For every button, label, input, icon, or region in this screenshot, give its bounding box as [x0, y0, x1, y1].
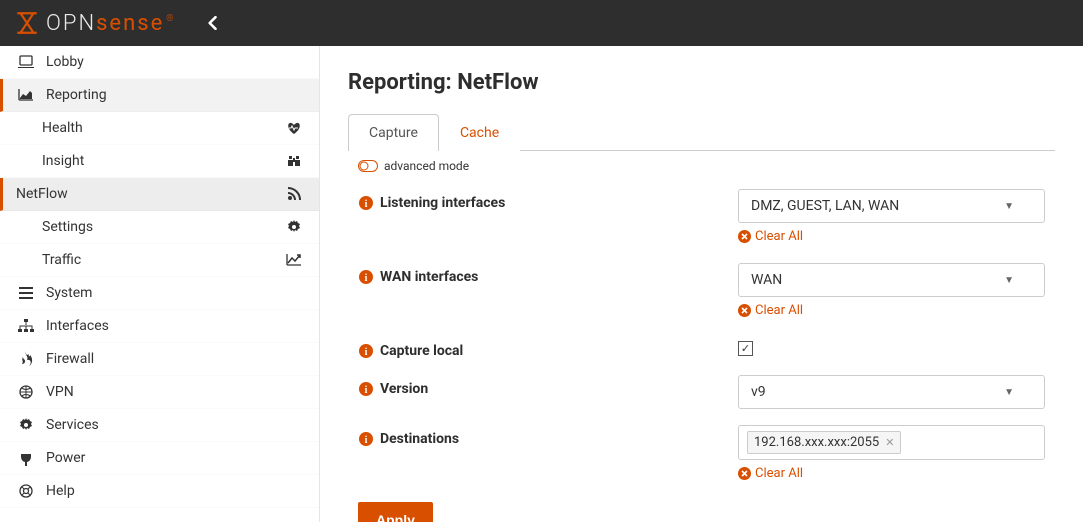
sidebar-item-label: Lobby: [46, 54, 303, 70]
registered-mark: ®: [166, 14, 175, 24]
sidebar: Lobby Reporting Health Insight NetFlow S…: [0, 46, 320, 522]
apply-button[interactable]: Apply: [358, 502, 433, 522]
plug-icon: [16, 450, 36, 466]
destination-token: 192.168.xxx.xxx:2055 ✕: [747, 431, 901, 454]
sidebar-subitem-insight[interactable]: Insight: [0, 145, 319, 178]
heartbeat-icon: [285, 121, 303, 135]
sidebar-item-vpn[interactable]: VPN: [0, 376, 319, 409]
select-value: WAN: [751, 272, 782, 288]
svg-text:i: i: [365, 273, 368, 284]
brand-logo[interactable]: OPNsense®: [14, 10, 176, 36]
rss-icon: [285, 187, 303, 201]
sidebar-item-firewall[interactable]: Firewall: [0, 343, 319, 376]
x-circle-icon: [738, 467, 751, 480]
info-icon: i: [358, 343, 374, 359]
label-destinations[interactable]: i Destinations: [358, 425, 738, 447]
sidebar-item-reporting[interactable]: Reporting: [0, 79, 319, 112]
gear-icon: [16, 418, 36, 432]
svg-text:i: i: [365, 347, 368, 358]
clear-all-listening[interactable]: Clear All: [738, 229, 803, 244]
toggle-off-icon: [358, 160, 378, 172]
sidebar-collapse-button[interactable]: [206, 16, 218, 30]
label-wan-interfaces[interactable]: i WAN interfaces: [358, 263, 738, 285]
advanced-mode-label: advanced mode: [384, 159, 469, 173]
sidebar-item-label: Insight: [42, 153, 285, 169]
sidebar-item-label: Power: [46, 450, 303, 466]
x-circle-icon: [738, 304, 751, 317]
line-chart-icon: [285, 253, 303, 267]
sidebar-item-system[interactable]: System: [0, 277, 319, 310]
area-chart-icon: [16, 88, 36, 102]
tab-capture[interactable]: Capture: [348, 114, 439, 151]
select-value: DMZ, GUEST, LAN, WAN: [751, 198, 899, 214]
info-icon: i: [358, 381, 374, 397]
sidebar-item-label: Services: [46, 417, 303, 433]
sidebar-item-label: Settings: [42, 219, 285, 235]
fire-icon: [16, 351, 36, 367]
sidebar-item-services[interactable]: Services: [0, 409, 319, 442]
sidebar-item-help[interactable]: Help: [0, 475, 319, 508]
label-listening-interfaces[interactable]: i Listening interfaces: [358, 189, 738, 211]
life-ring-icon: [16, 484, 36, 498]
brand-text-2: sense: [96, 11, 164, 36]
label-capture-local[interactable]: i Capture local: [358, 337, 738, 359]
sidebar-item-label: NetFlow: [16, 186, 285, 202]
advanced-mode-toggle[interactable]: advanced mode: [348, 151, 1055, 181]
label-version[interactable]: i Version: [358, 375, 738, 397]
input-destinations[interactable]: 192.168.xxx.xxx:2055 ✕: [738, 425, 1045, 460]
info-icon: i: [358, 195, 374, 211]
laptop-icon: [16, 55, 36, 69]
globe-icon: [16, 385, 36, 399]
brand-text-1: OPN: [46, 11, 96, 36]
binoculars-icon: [285, 154, 303, 168]
tab-cache[interactable]: Cache: [439, 114, 520, 151]
sidebar-item-label: VPN: [46, 384, 303, 400]
sidebar-subitem-health[interactable]: Health: [0, 112, 319, 145]
sidebar-item-label: Interfaces: [46, 318, 303, 334]
sidebar-item-label: Health: [42, 120, 285, 136]
main-content: Reporting: NetFlow Capture Cache advance…: [320, 46, 1083, 522]
sidebar-item-label: Traffic: [42, 252, 285, 268]
checkbox-capture-local[interactable]: ✓: [738, 341, 753, 356]
sidebar-item-label: System: [46, 285, 303, 301]
svg-text:i: i: [365, 385, 368, 396]
clear-all-wan[interactable]: Clear All: [738, 303, 803, 318]
info-icon: i: [358, 431, 374, 447]
chevron-down-icon: ▼: [1004, 387, 1014, 398]
logo-mark-icon: [14, 10, 40, 36]
tab-bar: Capture Cache: [348, 113, 1055, 151]
page-title: Reporting: NetFlow: [348, 70, 1055, 95]
info-icon: i: [358, 269, 374, 285]
sidebar-item-label: Reporting: [46, 87, 303, 103]
select-wan-interfaces[interactable]: WAN ▼: [738, 263, 1045, 297]
bars-icon: [16, 287, 36, 299]
svg-text:i: i: [365, 199, 368, 210]
sidebar-subitem-traffic[interactable]: Traffic: [0, 244, 319, 277]
sidebar-item-interfaces[interactable]: Interfaces: [0, 310, 319, 343]
svg-text:i: i: [365, 435, 368, 446]
chevron-down-icon: ▼: [1004, 201, 1014, 212]
sitemap-icon: [16, 319, 36, 333]
top-bar: OPNsense®: [0, 0, 1083, 46]
chevron-down-icon: ▼: [1004, 275, 1014, 286]
sidebar-item-label: Firewall: [46, 351, 303, 367]
sidebar-subitem-settings[interactable]: Settings: [0, 211, 319, 244]
sidebar-item-lobby[interactable]: Lobby: [0, 46, 319, 79]
sidebar-item-power[interactable]: Power: [0, 442, 319, 475]
select-listening-interfaces[interactable]: DMZ, GUEST, LAN, WAN ▼: [738, 189, 1045, 223]
gear-icon: [285, 220, 303, 234]
select-value: v9: [751, 384, 766, 400]
clear-all-destinations[interactable]: Clear All: [738, 466, 803, 481]
sidebar-subitem-netflow[interactable]: NetFlow: [0, 178, 319, 211]
remove-token-icon[interactable]: ✕: [885, 436, 894, 449]
sidebar-item-label: Help: [46, 483, 303, 499]
select-version[interactable]: v9 ▼: [738, 375, 1045, 409]
x-circle-icon: [738, 230, 751, 243]
